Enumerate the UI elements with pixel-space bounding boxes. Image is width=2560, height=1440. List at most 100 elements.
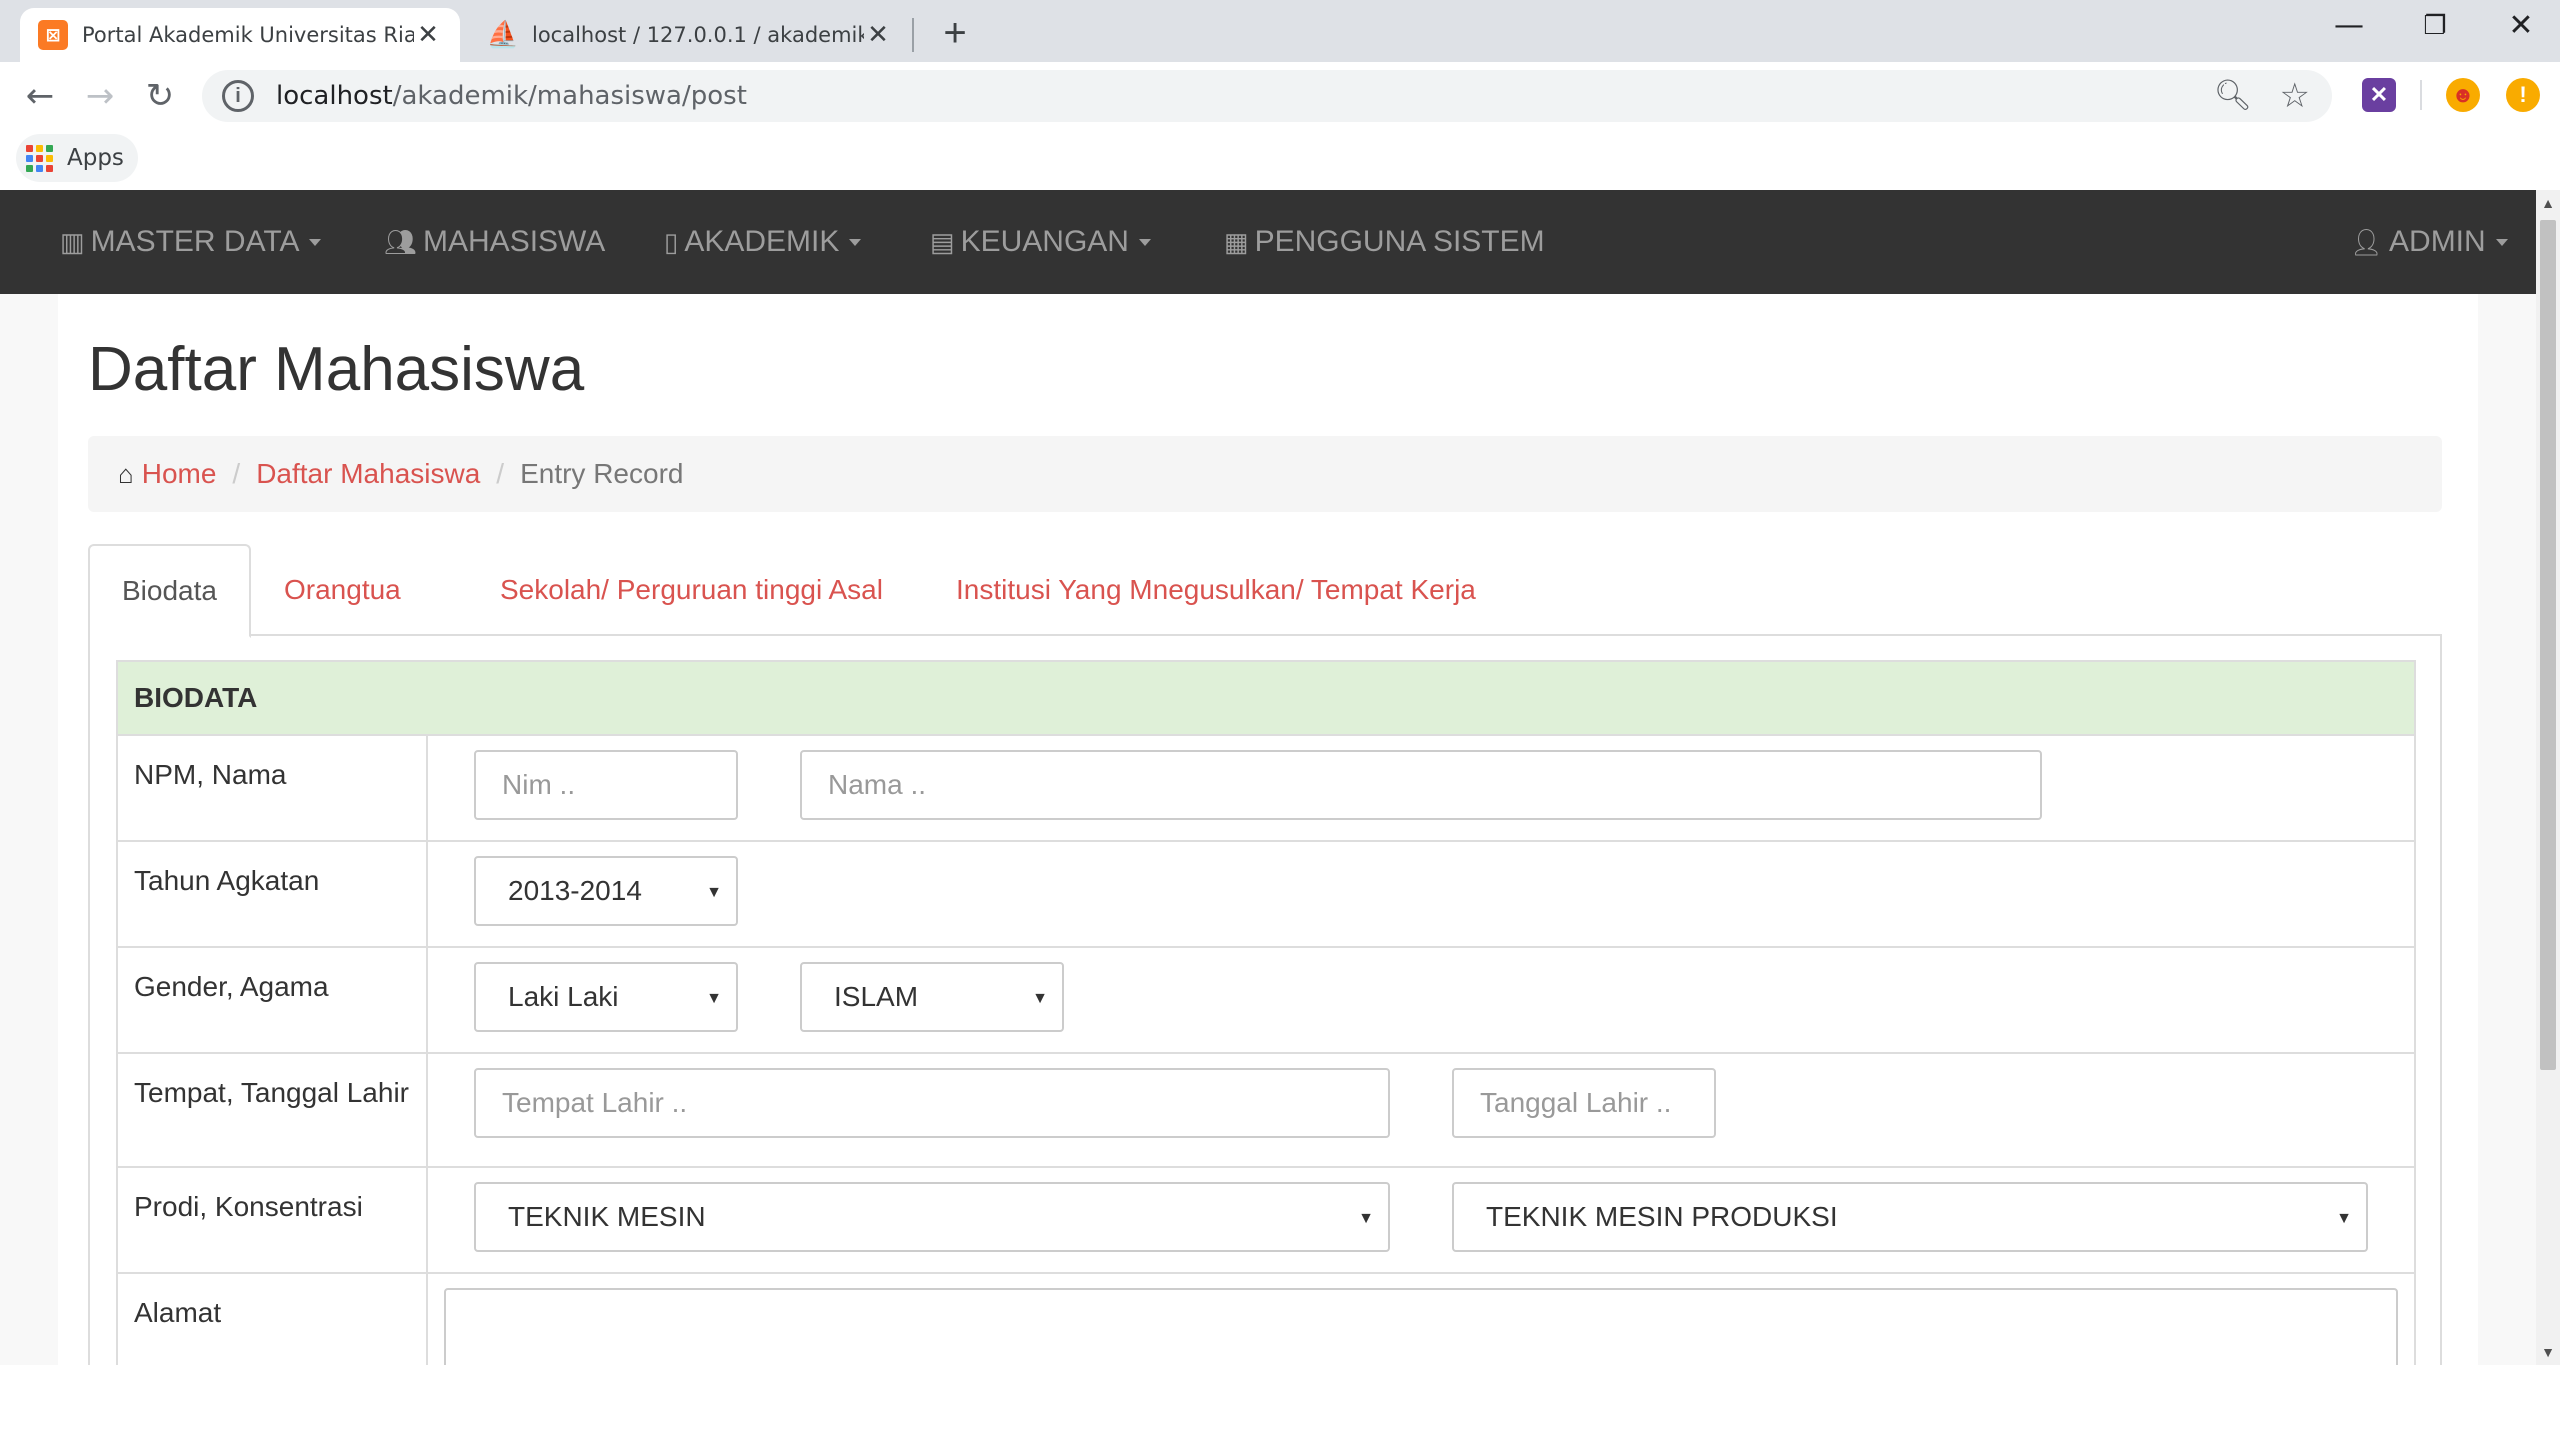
scroll-down-icon[interactable]: ▼ (2536, 1339, 2560, 1365)
update-alert-icon[interactable]: ! (2506, 78, 2540, 112)
browser-toolbar: ← → ↻ i localhost/akademik/mahasiswa/pos… (0, 62, 2560, 130)
book-icon: ▯ (664, 226, 679, 257)
alamat-textarea[interactable] (444, 1288, 2398, 1365)
gender-select[interactable]: Laki Laki ▼ (474, 962, 738, 1032)
qrcode-icon: ▦ (1224, 226, 1249, 257)
tempat-lahir-input[interactable]: Tempat Lahir .. (474, 1068, 1390, 1138)
browser-tab-portal[interactable]: ⊠ Portal Akademik Universitas Riau ✕ (20, 8, 460, 62)
reload-button[interactable]: ↻ (136, 72, 184, 120)
prodi-select[interactable]: TEKNIK MESIN ▼ (474, 1182, 1390, 1252)
nav-pengguna-sistem[interactable]: ▦ PENGGUNA SISTEM (1224, 190, 1545, 294)
apps-shortcut[interactable]: Apps (16, 134, 138, 182)
select-value: Laki Laki (508, 981, 619, 1012)
breadcrumb-list-link[interactable]: Daftar Mahasiswa (256, 458, 480, 490)
caret-down-icon (1138, 238, 1151, 246)
nav-label: PENGGUNA SISTEM (1254, 225, 1545, 258)
nama-input[interactable]: Nama .. (800, 750, 2042, 820)
nav-mahasiswa[interactable]: 👥︎ MAHASISWA (384, 190, 605, 294)
select-value: TEKNIK MESIN (508, 1201, 706, 1232)
minimize-button[interactable]: — (2306, 0, 2392, 52)
field-cell (426, 1272, 2416, 1365)
user-icon: 👤︎ (2350, 226, 2384, 257)
apps-label: Apps (67, 145, 124, 171)
field-cell: Tempat Lahir .. Tanggal Lahir .. (426, 1052, 2416, 1168)
url-text[interactable]: localhost/akademik/mahasiswa/post (276, 81, 747, 111)
select-arrow-icon: ▼ (2336, 1210, 2352, 1227)
page-viewport: ▥ MASTER DATA 👥︎ MAHASISWA ▯ AKADEMIK ▤ … (0, 190, 2560, 1365)
tanggal-lahir-input[interactable]: Tanggal Lahir .. (1452, 1068, 1716, 1138)
main-navbar: ▥ MASTER DATA 👥︎ MAHASISWA ▯ AKADEMIK ▤ … (0, 190, 2536, 294)
page-scrollbar[interactable]: ▲ ▼ (2536, 190, 2560, 1365)
browser-tab-strip: ⊠ Portal Akademik Universitas Riau ✕ ⛵ l… (0, 0, 2560, 62)
tab-separator (912, 18, 914, 52)
konsentrasi-select[interactable]: TEKNIK MESIN PRODUKSI ▼ (1452, 1182, 2368, 1252)
forward-button[interactable]: → (76, 72, 124, 120)
tab-biodata[interactable]: Biodata (88, 544, 251, 638)
select-value: ISLAM (834, 981, 919, 1012)
nim-input[interactable]: Nim .. (474, 750, 738, 820)
tab-title: localhost / 127.0.0.1 / akademik (532, 23, 864, 47)
nav-label: MASTER DATA (90, 225, 300, 258)
label-tempat-tanggal-lahir: Tempat, Tanggal Lahir (116, 1052, 428, 1168)
content-container: Daftar Mahasiswa ⌂ Home / Daftar Mahasis… (58, 294, 2478, 1365)
users-icon: 👥︎ (384, 226, 418, 257)
label-npm-nama: NPM, Nama (116, 734, 428, 842)
address-bar[interactable]: i localhost/akademik/mahasiswa/post 🔍︎ ☆ (202, 70, 2332, 122)
bar-chart-icon: ▥ (60, 226, 85, 257)
restore-button[interactable]: ❐ (2392, 0, 2478, 52)
nav-label: ADMIN (2389, 225, 2486, 258)
select-arrow-icon: ▼ (706, 884, 722, 901)
bookmarks-bar: Apps (0, 130, 2560, 190)
nav-user-admin[interactable]: 👤︎ ADMIN (2350, 190, 2508, 294)
apps-grid-icon (26, 144, 53, 172)
nav-keuangan[interactable]: ▤ KEUANGAN (930, 190, 1151, 294)
url-host: localhost (276, 81, 393, 111)
breadcrumb-separator: / (496, 458, 505, 489)
caret-down-icon (309, 238, 322, 246)
label-prodi-konsentrasi: Prodi, Konsentrasi (116, 1166, 428, 1274)
field-cell: Laki Laki ▼ ISLAM ▼ (426, 946, 2416, 1054)
tab-title: Portal Akademik Universitas Riau (82, 23, 414, 47)
nav-label: KEUANGAN (960, 225, 1129, 258)
close-window-button[interactable]: ✕ (2478, 0, 2560, 52)
select-value: 2013-2014 (508, 875, 642, 906)
select-value: TEKNIK MESIN PRODUKSI (1486, 1201, 1838, 1232)
page-title: Daftar Mahasiswa (88, 335, 585, 404)
extension-icon[interactable]: ✕ (2362, 78, 2396, 112)
label-tahun-angkatan: Tahun Agkatan (116, 840, 428, 948)
scroll-up-icon[interactable]: ▲ (2536, 190, 2560, 216)
browser-tab-phpmyadmin[interactable]: ⛵ localhost / 127.0.0.1 / akademik ✕ (470, 8, 910, 62)
xampp-icon: ⊠ (38, 20, 68, 50)
info-icon[interactable]: i (222, 80, 254, 112)
bookmark-star-icon[interactable]: ☆ (2280, 76, 2310, 116)
breadcrumb-current: Entry Record (520, 458, 684, 489)
nav-master-data[interactable]: ▥ MASTER DATA (60, 190, 322, 294)
scrollbar-thumb[interactable] (2540, 220, 2556, 1070)
label-alamat: Alamat (116, 1272, 428, 1365)
select-arrow-icon: ▼ (706, 990, 722, 1007)
money-icon: ▤ (930, 226, 955, 257)
nav-akademik[interactable]: ▯ AKADEMIK (664, 190, 862, 294)
close-tab-icon[interactable]: ✕ (864, 20, 892, 50)
zoom-icon[interactable]: 🔍︎ (2214, 78, 2252, 113)
phpmyadmin-icon: ⛵ (486, 20, 520, 50)
breadcrumb-home-link[interactable]: Home (142, 458, 217, 490)
nav-label: AKADEMIK (684, 225, 840, 258)
biodata-form-table: BIODATA NPM, Nama Nim .. Nama .. Tahun A… (116, 660, 2416, 1365)
nav-label: MAHASISWA (423, 225, 606, 258)
label-gender-agama: Gender, Agama (116, 946, 428, 1054)
agama-select[interactable]: ISLAM ▼ (800, 962, 1064, 1032)
biodata-tab-panel: BIODATA NPM, Nama Nim .. Nama .. Tahun A… (88, 636, 2442, 1365)
close-tab-icon[interactable]: ✕ (414, 20, 442, 50)
section-header: BIODATA (116, 660, 2416, 736)
back-button[interactable]: ← (16, 72, 64, 120)
emoji-extension-icon[interactable]: ☻ (2446, 78, 2480, 112)
tahun-angkatan-select[interactable]: 2013-2014 ▼ (474, 856, 738, 926)
select-arrow-icon: ▼ (1032, 990, 1048, 1007)
new-tab-button[interactable]: + (930, 8, 980, 58)
tab-sekolah-asal[interactable]: Sekolah/ Perguruan tinggi Asal (468, 544, 915, 636)
field-cell: 2013-2014 ▼ (426, 840, 2416, 948)
tab-orangtua[interactable]: Orangtua (252, 544, 433, 636)
tab-institusi[interactable]: Institusi Yang Mnegusulkan/ Tempat Kerja (924, 544, 1508, 636)
caret-down-icon (2495, 238, 2508, 246)
